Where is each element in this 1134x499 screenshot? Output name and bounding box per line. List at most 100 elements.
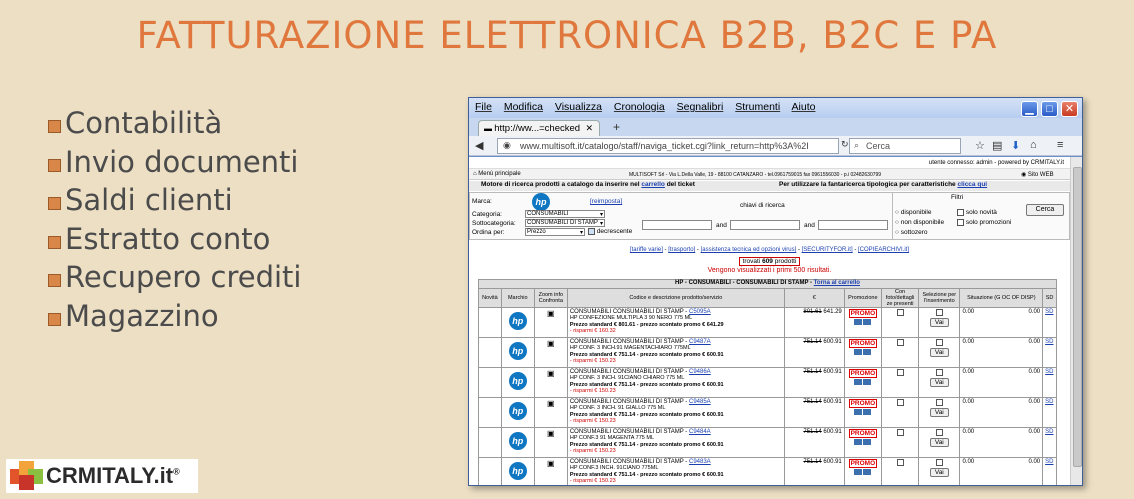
filter-non-disponibile[interactable]: ○ non disponibile <box>895 219 944 226</box>
categoria-select[interactable]: CONSUMABILI ▾ <box>525 210 605 218</box>
product-code-link[interactable]: C9487A <box>689 339 711 345</box>
clicca-qui-link[interactable]: clicca qui <box>957 181 987 188</box>
cart-icon[interactable] <box>862 409 871 415</box>
filter-novita[interactable]: solo novità <box>957 209 997 216</box>
search-key-2-input[interactable] <box>730 220 800 230</box>
menu-file[interactable]: File <box>475 101 492 113</box>
checkbox-icon[interactable] <box>935 429 943 436</box>
download-icon[interactable]: ⬇ <box>1011 139 1020 152</box>
tab-close-icon[interactable]: ✕ <box>585 123 593 134</box>
checkbox-icon[interactable] <box>935 459 943 466</box>
product-code-link[interactable]: C5095A <box>689 309 711 315</box>
ordina-select[interactable]: Prezzo ▾ <box>525 228 585 236</box>
menu-cronologia[interactable]: Cronologia <box>614 101 665 113</box>
camera-icon[interactable]: ▣ <box>547 429 555 438</box>
checkbox-icon[interactable] <box>935 339 943 346</box>
link-assistenza[interactable]: [assistenza tecnica ed opzioni virus] <box>701 247 797 253</box>
vertical-scrollbar[interactable] <box>1070 157 1082 485</box>
vai-button[interactable]: Vai <box>929 468 949 478</box>
scrollbar-thumb[interactable] <box>1073 167 1082 467</box>
sd-link[interactable]: SD <box>1045 459 1053 465</box>
vai-button[interactable]: Vai <box>929 318 949 328</box>
camera-icon[interactable]: ▣ <box>547 369 555 378</box>
checkbox-icon[interactable] <box>896 429 904 436</box>
reimposta-link[interactable]: [reimposta] <box>590 198 622 205</box>
cart-icon[interactable] <box>862 319 871 325</box>
cart-icon[interactable] <box>853 469 862 475</box>
cart-icon[interactable] <box>853 439 862 445</box>
vai-button[interactable]: Vai <box>929 438 949 448</box>
checkbox-icon[interactable] <box>935 309 943 316</box>
url-bar[interactable]: ◉ www.multisoft.it/catalogo/staff/naviga… <box>497 138 839 154</box>
checkbox-icon[interactable] <box>935 399 943 406</box>
maximize-button[interactable]: □ <box>1041 101 1058 117</box>
link-trasporto[interactable]: [trasporto] <box>668 247 695 253</box>
cart-icon[interactable] <box>853 379 862 385</box>
carrello-link[interactable]: carrello <box>641 181 665 188</box>
star-icon[interactable]: ☆ <box>975 139 985 152</box>
sito-web-link[interactable]: ◉ Sito WEB <box>1021 171 1054 178</box>
cerca-button[interactable]: Cerca <box>1026 204 1064 216</box>
reload-icon[interactable]: ↻ <box>841 139 849 150</box>
search-input[interactable]: ⌕ Cerca <box>849 138 961 154</box>
cart-icon[interactable] <box>853 409 862 415</box>
table-row: hp ▣ CONSUMABILI CONSUMABILI DI STAMP - … <box>478 337 1057 368</box>
product-code-link[interactable]: C9485A <box>689 399 711 405</box>
browser-tab[interactable]: ▬ http://ww...=checked ✕ <box>478 120 600 136</box>
new-tab-icon[interactable]: + <box>613 120 620 134</box>
cart-icon[interactable] <box>862 439 871 445</box>
product-code-link[interactable]: C9484A <box>689 429 711 435</box>
bullet-text: Contabilità <box>65 106 223 140</box>
vai-button[interactable]: Vai <box>929 348 949 358</box>
hp-logo-icon[interactable]: hp <box>532 193 550 211</box>
link-securityfor[interactable]: [SECURITYFOR.it] <box>802 247 853 253</box>
minimize-button[interactable]: ▁ <box>1021 101 1038 117</box>
cart-icon[interactable] <box>862 349 871 355</box>
sottocategoria-select[interactable]: CONSUMABILI DI STAMP ▾ <box>525 219 605 227</box>
camera-icon[interactable]: ▣ <box>547 339 555 348</box>
menu-aiuto[interactable]: Aiuto <box>792 101 816 113</box>
camera-icon[interactable]: ▣ <box>547 459 555 468</box>
checkbox-icon[interactable] <box>896 399 904 406</box>
cart-icon[interactable] <box>862 379 871 385</box>
filter-disponibile[interactable]: ○ disponibile <box>895 209 931 216</box>
torna-carrello-link[interactable]: Torna al carrello <box>814 280 860 286</box>
sd-link[interactable]: SD <box>1045 369 1053 375</box>
back-icon[interactable]: ◀ <box>475 139 483 152</box>
search-key-1-input[interactable] <box>642 220 712 230</box>
menu-segnalibri[interactable]: Segnalibri <box>677 101 724 113</box>
hamburger-menu-icon[interactable]: ≡ <box>1057 139 1063 151</box>
product-code-link[interactable]: C9486A <box>689 369 711 375</box>
cart-icon[interactable] <box>862 469 871 475</box>
sd-link[interactable]: SD <box>1045 399 1053 405</box>
checkbox-icon[interactable] <box>896 339 904 346</box>
menu-principale-link[interactable]: ⌂ Menù principale <box>473 171 521 177</box>
cart-icon[interactable] <box>853 349 862 355</box>
checkbox-icon[interactable] <box>896 459 904 466</box>
search-key-3-input[interactable] <box>818 220 888 230</box>
sd-link[interactable]: SD <box>1045 429 1053 435</box>
sd-link[interactable]: SD <box>1045 309 1053 315</box>
filter-sottozero[interactable]: ○ sottozero <box>895 229 927 236</box>
checkbox-icon[interactable] <box>896 369 904 376</box>
menu-modifica[interactable]: Modifica <box>504 101 543 113</box>
product-code-link[interactable]: C9483A <box>689 459 711 465</box>
vai-button[interactable]: Vai <box>929 378 949 388</box>
sd-link[interactable]: SD <box>1045 339 1053 345</box>
checkbox-icon[interactable] <box>896 309 904 316</box>
camera-icon[interactable]: ▣ <box>547 399 555 408</box>
link-copiearchivi[interactable]: [COPIEARCHIVI.it] <box>858 247 909 253</box>
menu-visualizza[interactable]: Visualizza <box>555 101 602 113</box>
menu-strumenti[interactable]: Strumenti <box>735 101 780 113</box>
camera-icon[interactable]: ▣ <box>547 309 555 318</box>
new-price: 600.91 <box>823 429 842 435</box>
clipboard-icon[interactable]: ▤ <box>992 139 1002 152</box>
decrescente-checkbox[interactable]: decrescente <box>588 228 632 235</box>
cart-icon[interactable] <box>853 319 862 325</box>
home-icon[interactable]: ⌂ <box>1030 139 1037 151</box>
close-button[interactable]: ✕ <box>1061 101 1078 117</box>
link-tariffe[interactable]: [tariffe varie] <box>630 247 663 253</box>
checkbox-icon[interactable] <box>935 369 943 376</box>
vai-button[interactable]: Vai <box>929 408 949 418</box>
filter-promozioni[interactable]: solo promozioni <box>957 219 1011 226</box>
